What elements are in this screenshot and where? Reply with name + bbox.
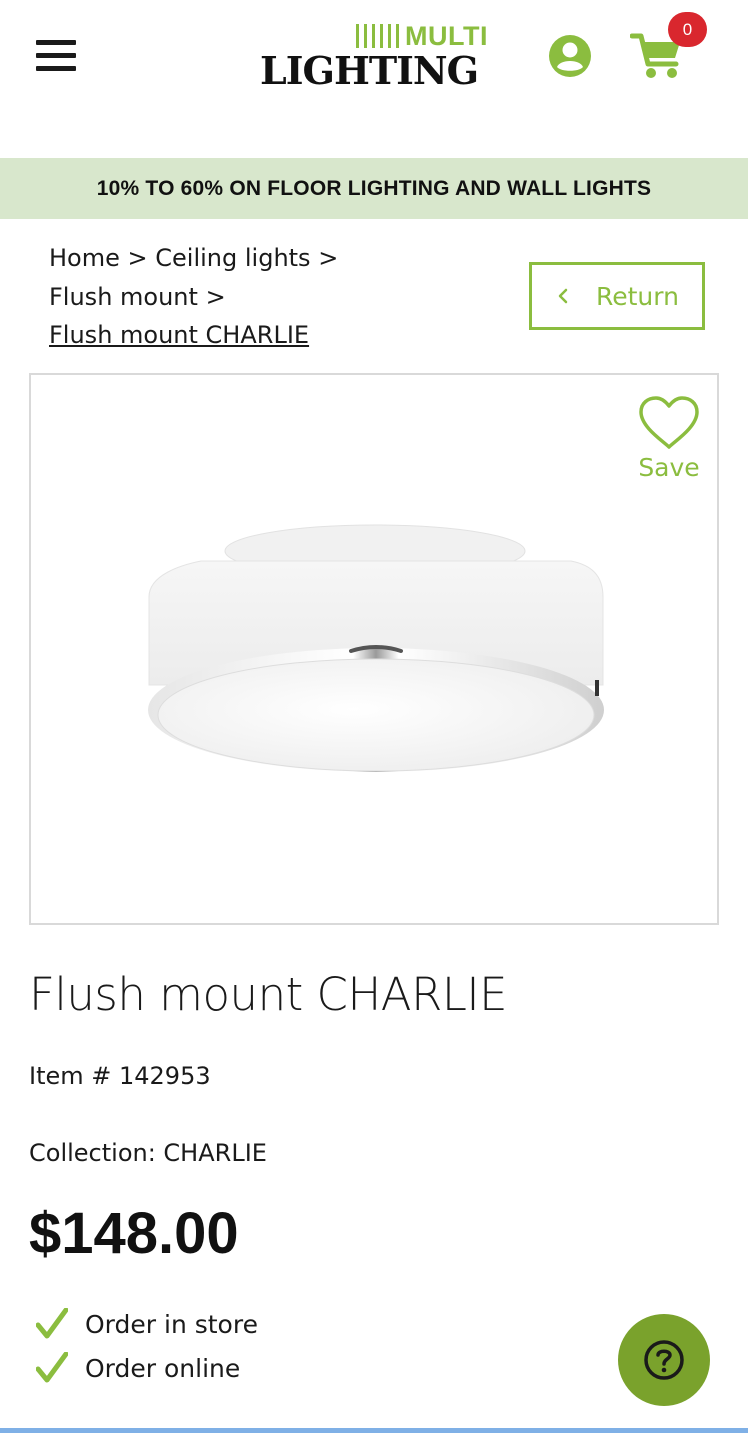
logo-bars-icon — [356, 24, 400, 48]
breadcrumb-separator: > — [318, 244, 339, 272]
checkmark-icon — [36, 1308, 68, 1339]
availability-item: Order in store — [36, 1308, 258, 1340]
breadcrumb-flush-mount[interactable]: Flush mount — [49, 283, 198, 311]
bottom-divider — [0, 1428, 748, 1433]
user-circle-icon[interactable] — [548, 34, 592, 78]
site-header: MULTI LIGHTING 0 — [0, 0, 748, 158]
save-label: Save — [638, 453, 700, 482]
product-price: $148.00 — [29, 1201, 239, 1266]
collection-link[interactable]: Collection: CHARLIE — [29, 1139, 267, 1167]
availability-label: Order in store — [85, 1309, 258, 1339]
breadcrumb-current[interactable]: Flush mount CHARLIE — [49, 321, 309, 349]
promo-text: 10% TO 60% ON FLOOR LIGHTING AND WALL LI… — [96, 176, 652, 200]
question-circle-icon — [644, 1340, 684, 1380]
breadcrumb-separator: > — [127, 244, 148, 272]
checkmark-icon — [36, 1352, 68, 1383]
site-logo[interactable]: MULTI LIGHTING — [260, 21, 490, 94]
cart-count-badge: 0 — [668, 12, 707, 47]
product-title: Flush mount CHARLIE — [29, 968, 508, 1021]
return-button-label: Return — [596, 281, 679, 311]
product-photo — [148, 524, 604, 772]
breadcrumb: Home > Ceiling lights > Flush mount > Fl… — [49, 239, 379, 355]
promo-banner[interactable]: 10% TO 60% ON FLOOR LIGHTING AND WALL LI… — [0, 158, 748, 219]
save-button[interactable]: Save — [635, 395, 703, 495]
breadcrumb-home[interactable]: Home — [49, 244, 120, 272]
hamburger-menu-icon[interactable] — [36, 40, 76, 74]
chevron-left-icon — [558, 288, 568, 304]
logo-lighting-text: LIGHTING — [260, 48, 479, 93]
availability-label: Order online — [85, 1353, 241, 1383]
availability-item: Order online — [36, 1352, 240, 1384]
logo-multi-text: MULTI — [405, 21, 488, 51]
return-button[interactable]: Return — [529, 262, 705, 330]
item-number: Item # 142953 — [29, 1062, 211, 1090]
product-image-container[interactable]: Save — [29, 373, 719, 925]
help-button[interactable] — [618, 1314, 710, 1406]
breadcrumb-separator: > — [205, 282, 226, 311]
breadcrumb-ceiling-lights[interactable]: Ceiling lights — [155, 244, 310, 272]
heart-outline-icon — [639, 396, 699, 449]
